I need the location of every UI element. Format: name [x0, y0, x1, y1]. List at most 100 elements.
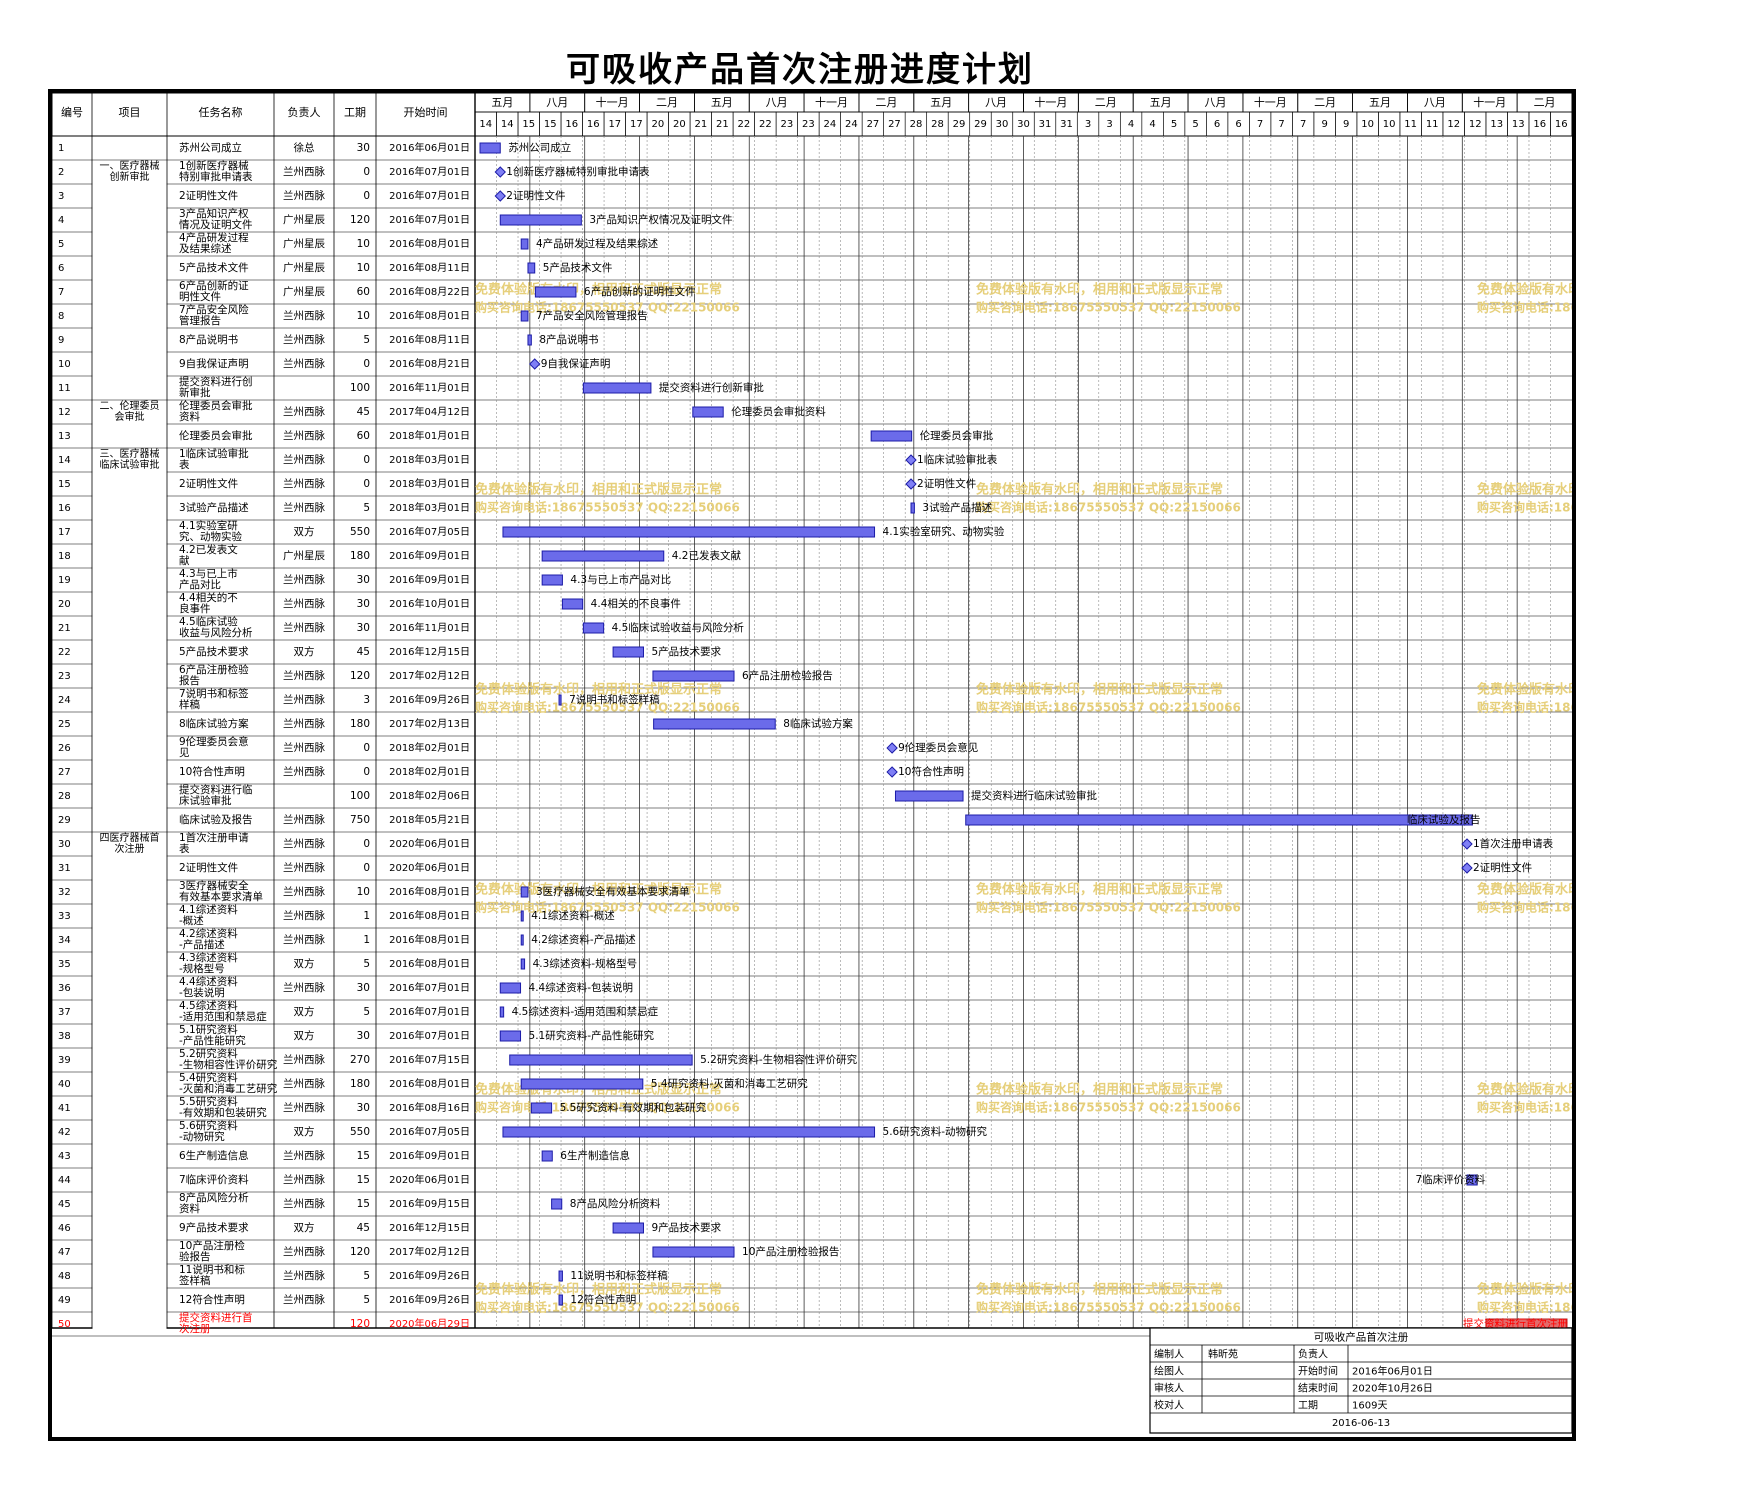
task-owner: 兰州西脉 [283, 429, 325, 442]
task-bar-label: 9伦理委员会意见 [898, 741, 978, 754]
group-label: 临床试验审批 [100, 458, 160, 471]
task-duration: 270 [350, 1054, 370, 1066]
task-bar-label: 2证明性文件 [917, 477, 976, 490]
task-start: 2016年07月05日 [389, 525, 470, 538]
task-bar [499, 1006, 505, 1018]
task-id: 16 [58, 503, 71, 514]
task-duration: 30 [357, 622, 370, 634]
season-label: 二月 [1314, 96, 1336, 109]
task-name: 3试验产品描述 [179, 501, 249, 514]
task-start: 2016年08月01日 [389, 885, 470, 898]
task-owner: 双方 [294, 645, 315, 658]
day-label: 10 [1361, 119, 1374, 130]
task-bar-label: 4.3综述资料-规格型号 [533, 957, 638, 970]
task-id: 39 [58, 1055, 71, 1066]
group-cell [92, 832, 167, 1336]
task-bar [652, 1246, 735, 1258]
task-duration: 10 [357, 310, 370, 322]
task-name: 5产品技术要求 [179, 645, 249, 658]
task-owner: 兰州西脉 [283, 909, 325, 922]
day-label: 16 [1555, 119, 1568, 130]
day-label: 10 [1383, 119, 1396, 130]
info-project-name: 可吸收产品首次注册 [1314, 1331, 1409, 1344]
task-start: 2016年09月15日 [389, 1197, 470, 1210]
task-start: 2016年08月22日 [389, 285, 470, 298]
day-label: 23 [802, 119, 815, 130]
task-name: -包装说明 [179, 986, 225, 999]
task-id: 10 [58, 359, 71, 370]
task-owner: 兰州西脉 [283, 741, 325, 754]
task-duration: 100 [350, 790, 370, 802]
task-owner: 徐总 [294, 141, 315, 154]
task-bar-label: 9产品技术要求 [651, 1221, 721, 1234]
task-owner: 兰州西脉 [283, 1053, 325, 1066]
task-id: 34 [58, 935, 71, 946]
task-owner: 兰州西脉 [283, 309, 325, 322]
info-label: 工期 [1298, 1400, 1318, 1412]
watermark-line1: 免费体验版有水印，相用和正式版显示正常 [976, 482, 1223, 498]
task-bar [541, 574, 563, 586]
task-duration: 0 [363, 478, 370, 490]
task-name: 7临床评价资料 [179, 1173, 249, 1186]
task-bar-label: 5产品技术要求 [651, 645, 721, 658]
task-start: 2016年09月26日 [389, 1293, 470, 1306]
task-start: 2016年12月15日 [389, 1221, 470, 1234]
task-bar [520, 238, 529, 250]
task-duration: 30 [357, 1030, 370, 1042]
task-id: 33 [58, 911, 71, 922]
task-id: 26 [58, 743, 71, 754]
task-owner: 兰州西脉 [283, 573, 325, 586]
task-start: 2017年04月12日 [389, 405, 470, 418]
task-bar [479, 142, 501, 154]
task-bar [558, 694, 562, 706]
group-label: 三、医疗器械 [100, 447, 160, 460]
day-label: 22 [738, 119, 751, 130]
task-duration: 120 [350, 1246, 370, 1258]
task-owner: 兰州西脉 [283, 1149, 325, 1162]
task-name: 献 [179, 554, 190, 567]
task-bar-label: 5.2研究资料-生物相容性评价研究 [700, 1053, 857, 1066]
season-label: 二月 [656, 96, 678, 109]
task-name: 验报告 [179, 1250, 211, 1263]
day-label: 30 [996, 119, 1009, 130]
task-owner: 广州星辰 [283, 286, 325, 298]
task-duration: 750 [350, 814, 370, 826]
task-start: 2016年08月01日 [389, 957, 470, 970]
task-bar [520, 886, 529, 898]
task-bar-label: 4.3与已上市产品对比 [570, 573, 671, 586]
task-owner: 兰州西脉 [283, 1101, 325, 1114]
task-name: 1首次注册申请 [179, 831, 249, 844]
task-bar-label: 苏州公司成立 [508, 141, 571, 154]
task-id: 41 [58, 1103, 71, 1114]
task-bar [530, 1102, 553, 1114]
task-duration: 120 [350, 214, 370, 226]
watermark-line1: 免费体验版有水印，相用和正式版显示正常 [1477, 1282, 1572, 1298]
day-label: 14 [501, 119, 514, 130]
task-bar-label: 11说明书和标签样稿 [570, 1269, 667, 1282]
task-name: 产品对比 [179, 578, 221, 591]
task-start: 2016年07月05日 [389, 1125, 470, 1138]
task-id: 13 [58, 431, 71, 442]
task-bar-label: 提交资料进行临床试验审批 [971, 789, 1097, 802]
task-duration: 5 [363, 334, 370, 346]
task-owner: 兰州西脉 [283, 981, 325, 994]
watermark-line2: 购买咨询电话:18675550537 QQ:22150066 [976, 700, 1241, 715]
task-bar-label: 1临床试验审批表 [917, 453, 998, 466]
task-duration: 15 [357, 1174, 370, 1186]
task-bar-label: 6生产制造信息 [560, 1149, 630, 1162]
watermark-line1: 免费体验版有水印，相用和正式版显示正常 [976, 882, 1223, 898]
task-id: 47 [58, 1247, 71, 1258]
task-bar [520, 934, 524, 946]
task-start: 2016年07月01日 [389, 165, 470, 178]
task-owner: 兰州西脉 [283, 165, 325, 178]
task-owner: 兰州西脉 [283, 693, 325, 706]
task-duration: 30 [357, 598, 370, 610]
task-owner: 兰州西脉 [283, 189, 325, 202]
task-bar [612, 646, 644, 658]
watermark-line2: 购买咨询电话:18675550537 QQ:22150066 [1477, 500, 1572, 515]
watermark-line2: 购买咨询电话:18675550537 QQ:22150066 [1477, 1100, 1572, 1115]
task-id: 31 [58, 863, 71, 874]
task-bar [520, 910, 524, 922]
task-name: -动物研究 [179, 1130, 225, 1143]
task-start: 2018年05月21日 [389, 813, 470, 826]
